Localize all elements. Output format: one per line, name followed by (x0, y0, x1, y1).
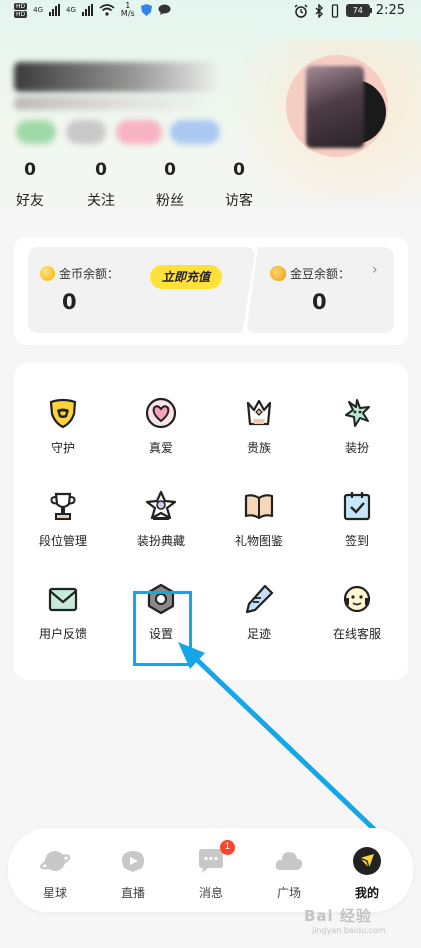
status-bar: HD HD 4G 4G 1 M/s 74 2:25 (0, 0, 421, 26)
planet-icon (40, 851, 70, 871)
clock: 2:25 (375, 3, 405, 18)
hd-indicator: HD (14, 10, 28, 18)
battery-indicator: 74 (345, 4, 372, 17)
nav-item-messages[interactable]: 消息 (176, 846, 246, 901)
nav-item-planet[interactable]: 星球 (20, 846, 90, 901)
network-type: 4G (66, 6, 76, 14)
nav-label: 我的 (354, 886, 379, 900)
signal-icon (81, 4, 93, 16)
vibrate-icon (331, 3, 338, 18)
square-icon (275, 852, 303, 870)
shield-status-icon (140, 4, 152, 16)
network-type: 4G (33, 6, 44, 14)
nav-label: 直播 (120, 886, 145, 900)
alarm-icon (294, 3, 308, 18)
network-speed: 1 M/s (121, 2, 135, 18)
live-icon (122, 851, 144, 872)
chat-status-icon (158, 4, 171, 15)
nav-item-mine[interactable]: 我的 (332, 846, 402, 901)
pointer-arrow-icon (178, 642, 381, 836)
watermark-sub: jingyan.baidu.com (312, 926, 386, 935)
signal-icon (49, 4, 61, 16)
nav-label: 广场 (276, 886, 301, 900)
bottom-nav: 星球 直播 消息 广场 我的 (8, 828, 413, 912)
speed-unit: M/s (120, 9, 135, 18)
bluetooth-icon (315, 3, 323, 18)
nav-label: 消息 (198, 886, 223, 900)
profile-icon (353, 847, 381, 875)
hd-indicator: HD (14, 2, 28, 10)
wifi-icon (99, 4, 115, 16)
nav-label: 星球 (42, 886, 67, 900)
nav-item-square[interactable]: 广场 (254, 846, 324, 901)
unread-badge: 1 (220, 840, 235, 855)
watermark: Bai 经验 (304, 907, 372, 925)
nav-item-live[interactable]: 直播 (98, 846, 168, 901)
